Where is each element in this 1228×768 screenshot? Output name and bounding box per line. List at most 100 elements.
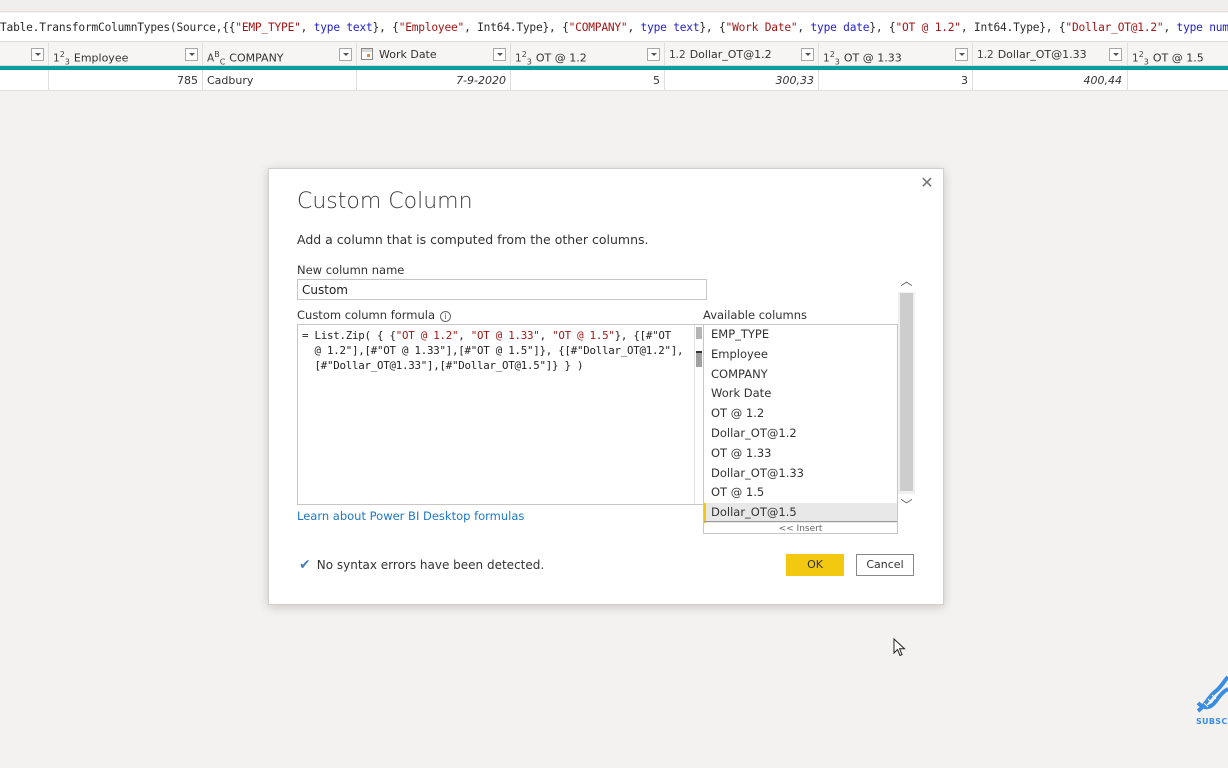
column-header[interactable]: 1.2 Dollar_OT@1.33: [972, 43, 1126, 66]
column-filter-dropdown[interactable]: [801, 48, 814, 61]
text-type-icon[interactable]: ABC: [207, 43, 225, 66]
column-filter-dropdown[interactable]: [185, 48, 198, 61]
table-cell[interactable]: Cadbury: [202, 70, 356, 91]
column-filter-dropdown[interactable]: [647, 48, 660, 61]
formula-editor[interactable]: = List.Zip( { {"OT @ 1.2", "OT @ 1.33", …: [297, 324, 705, 505]
column-header[interactable]: 1.2 Dollar_OT@1.2: [664, 43, 818, 66]
formula-token: = List.Zip( { {: [302, 329, 396, 342]
column-header[interactable]: 123 Employee: [48, 43, 202, 66]
formula-token: "OT @ 1.2": [895, 21, 961, 34]
formula-token: Table.TransformColumnTypes(Source,{{: [0, 21, 236, 34]
formula-token: }, {: [699, 21, 726, 34]
decimal-type-icon[interactable]: 1.2: [669, 44, 686, 66]
formula-token: "EMP_TYPE": [235, 21, 301, 34]
available-columns-list[interactable]: EMP_TYPE Employee COMPANY Work Date OT @ 1.2…: [703, 324, 898, 534]
column-filter-dropdown[interactable]: [493, 48, 506, 61]
scroll-up-icon[interactable]: ︿: [898, 260, 915, 292]
ok-button[interactable]: OK: [786, 554, 844, 576]
syntax-status: ✔ No syntax errors have been detected.: [299, 557, 544, 573]
table-cell[interactable]: 400,44: [972, 70, 1126, 91]
whole-number-type-icon[interactable]: 123: [515, 43, 532, 66]
column-header-label: Employee: [73, 51, 129, 65]
dialog-title: Custom Column: [297, 189, 473, 214]
insert-button[interactable]: << Insert: [704, 521, 897, 533]
subscribe-watermark[interactable]: SUBSCRIBE: [1194, 675, 1228, 735]
formula-scroll-thumb[interactable]: [696, 327, 702, 339]
formula-token: "OT @ 1.2": [395, 329, 459, 342]
formula-scroll-marker: [696, 351, 702, 367]
formula-token: }, {: [372, 21, 399, 34]
column-header-label: OT @ 1.2: [535, 51, 587, 65]
date-type-icon[interactable]: [361, 48, 373, 60]
column-header-label: Dollar_OT@1.33: [997, 48, 1087, 61]
column-filter-dropdown[interactable]: [31, 48, 44, 61]
column-header[interactable]: 123 OT @ 1.2: [510, 43, 664, 66]
available-column-item[interactable]: OT @ 1.2: [704, 404, 897, 424]
cancel-button[interactable]: Cancel: [856, 554, 914, 576]
table-cell[interactable]: [1127, 70, 1228, 91]
table-cell[interactable]: 785: [48, 70, 202, 91]
available-column-item[interactable]: Employee: [704, 345, 897, 365]
new-column-name-input[interactable]: [297, 279, 707, 300]
new-column-name-label: New column name: [297, 263, 405, 277]
column-filter-dropdown[interactable]: [955, 48, 968, 61]
close-icon[interactable]: ✕: [919, 175, 935, 191]
check-icon: ✔: [299, 557, 311, 573]
column-header-label: Dollar_OT@1.2: [689, 48, 772, 61]
table-cell[interactable]: 7-9-2020: [356, 70, 510, 91]
syntax-status-text: No syntax errors have been detected.: [316, 558, 545, 572]
dialog-description: Add a column that is computed from the o…: [297, 232, 649, 247]
formula-label: Custom column formula i: [297, 308, 452, 322]
formula-token: type text: [640, 21, 700, 34]
subscribe-label: SUBSCRIBE: [1196, 717, 1228, 726]
formula-token: "OT @ 1.5": [552, 329, 615, 342]
available-column-item[interactable]: OT @ 1.33: [704, 444, 897, 464]
available-column-item[interactable]: Dollar_OT@1.2: [704, 424, 897, 444]
table-cell[interactable]: 300,33: [664, 70, 818, 91]
custom-column-dialog: ✕ Custom Column Add a column that is com…: [268, 168, 944, 605]
formula-text[interactable]: = List.Zip( { {"OT @ 1.2", "OT @ 1.33", …: [302, 328, 694, 373]
table-cell[interactable]: 3: [818, 70, 972, 91]
column-header[interactable]: 123 OT @ 1.5: [1127, 43, 1228, 66]
scroll-down-icon[interactable]: ﹀: [898, 494, 915, 526]
column-header[interactable]: 123 OT @ 1.33: [818, 43, 972, 66]
formula-token: , Int64.Type}, {: [960, 21, 1066, 34]
formula-bar[interactable]: Table.TransformColumnTypes(Source,{{"EMP…: [0, 13, 1228, 42]
available-columns-label: Available columns: [703, 308, 808, 322]
whole-number-type-icon[interactable]: 123: [1132, 43, 1149, 66]
available-column-item[interactable]: COMPANY: [704, 365, 897, 385]
grid-header: 123 Employee ABC COMPANY Work Date 123 OT @ 1.…: [0, 43, 1228, 66]
formula-token: type number: [1176, 21, 1228, 34]
formula-token: "Work Date": [725, 21, 798, 34]
column-header-label: Work Date: [379, 48, 437, 61]
column-filter-dropdown[interactable]: [1109, 48, 1122, 61]
formula-token: type date: [810, 21, 870, 34]
formula-token: "Dollar_OT@1.2": [1065, 21, 1164, 34]
ribbon-strip: [0, 0, 1228, 12]
available-columns-scrollbar[interactable]: ︿ ﹀: [898, 260, 915, 526]
available-column-item[interactable]: Work Date: [704, 384, 897, 404]
table-cell[interactable]: 5: [510, 70, 664, 91]
formula-token: "OT @ 1.33": [470, 329, 540, 342]
formula-token: ,: [458, 329, 471, 342]
available-column-item[interactable]: Dollar_OT@1.5: [704, 503, 897, 523]
formula-token: ,: [797, 21, 811, 34]
available-column-item[interactable]: EMP_TYPE: [704, 325, 897, 345]
column-header[interactable]: ABC COMPANY: [202, 43, 356, 66]
whole-number-type-icon[interactable]: 123: [823, 43, 840, 66]
formula-token: ,: [300, 21, 314, 34]
formula-token: , Int64.Type}, {: [464, 21, 569, 34]
column-filter-dropdown[interactable]: [339, 48, 352, 61]
available-column-item[interactable]: Dollar_OT@1.33: [704, 464, 897, 484]
scroll-thumb[interactable]: [900, 293, 913, 491]
formula-token: ,: [539, 329, 553, 342]
decimal-type-icon[interactable]: 1.2: [977, 44, 994, 66]
learn-formulas-link[interactable]: Learn about Power BI Desktop formulas: [297, 509, 524, 523]
info-icon[interactable]: i: [440, 311, 452, 322]
available-column-item[interactable]: OT @ 1.5: [704, 483, 897, 503]
formula-token: type text: [313, 21, 373, 34]
whole-number-type-icon[interactable]: 123: [53, 43, 70, 66]
column-header[interactable]: Work Date: [356, 43, 510, 66]
formula-token: "COMPANY": [568, 21, 628, 34]
formula-token: }, {: [869, 21, 896, 34]
